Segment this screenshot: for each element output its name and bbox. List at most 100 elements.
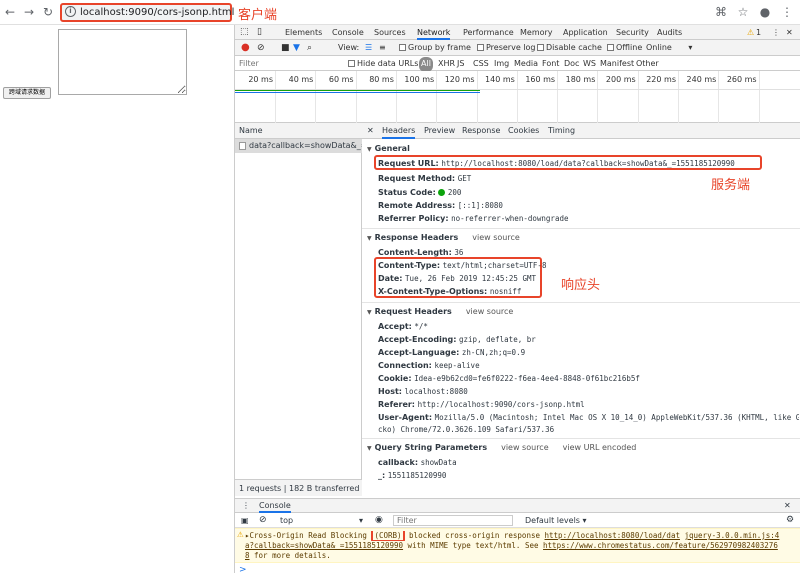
network-timeline-overview[interactable]: 20 ms 40 ms 60 ms 80 ms 100 ms 120 ms 140 ms 16… [235, 71, 800, 123]
referer-row: Referer: http://localhost:9090/cors-json… [378, 400, 585, 409]
inspect-icon[interactable]: ⬚ [240, 25, 249, 40]
filter-type-css[interactable]: CSS [473, 56, 489, 71]
name-column-header[interactable]: Name [235, 123, 362, 139]
large-rows-icon[interactable]: ☰ [365, 40, 372, 56]
search-icon[interactable]: ⌕ [307, 40, 312, 56]
request-link[interactable]: http://localhost:8080/load/dat [545, 531, 680, 540]
request-row[interactable]: data?callback=showData&_=... [235, 139, 362, 153]
timeline-gridline [395, 71, 397, 123]
tab-elements[interactable]: Elements [285, 25, 322, 40]
console-filter-input[interactable]: Filter [393, 515, 513, 526]
clear-console-icon[interactable]: ⊘ [259, 513, 267, 528]
tab-application[interactable]: Application [563, 25, 608, 40]
gear-icon[interactable]: ⚙ [786, 513, 794, 528]
view-label: View: [338, 43, 360, 52]
address-bar[interactable]: i localhost:9090/cors-jsonp.html [60, 3, 234, 22]
date-row: Date: Tue, 26 Feb 2019 12:45:25 GMT [378, 274, 536, 283]
filter-type-all[interactable]: All [419, 57, 433, 72]
close-icon[interactable]: ✕ [786, 25, 793, 40]
tab-memory[interactable]: Memory [520, 25, 553, 40]
context-select[interactable]: top [280, 513, 293, 528]
filter-type-other[interactable]: Other [636, 56, 659, 71]
offline-toggle[interactable]: Offline [607, 40, 642, 56]
tab-drawer-console[interactable]: Console [259, 499, 291, 513]
close-icon[interactable]: ✕ [784, 499, 791, 513]
info-icon[interactable]: i [65, 6, 76, 17]
tab-security[interactable]: Security [616, 25, 649, 40]
view-source-link[interactable]: view source [472, 233, 520, 242]
filter-type-manifest[interactable]: Manifest [600, 56, 634, 71]
sidebar-toggle-icon[interactable]: ▣ [241, 513, 249, 528]
tab-headers[interactable]: Headers [382, 123, 416, 139]
eye-icon[interactable]: ◉ [375, 513, 383, 528]
timeline-gridline [597, 71, 599, 123]
request-list: Name data?callback=showData&_=... 1 requ… [235, 123, 362, 496]
close-icon[interactable]: ✕ [367, 123, 374, 139]
waterfall-icon[interactable]: ≡ [379, 40, 386, 56]
annotation-server: 服务端 [711, 178, 751, 193]
tab-response[interactable]: Response [462, 123, 500, 139]
chromestatus-link[interactable]: https://www.chromestatus.com/feature/562… [543, 541, 778, 550]
hide-data-urls-toggle[interactable]: Hide data URLs [348, 56, 418, 71]
tab-preview[interactable]: Preview [424, 123, 455, 139]
section-query-string[interactable]: ▼ Query String Parameters view source view … [367, 443, 636, 452]
account-icon[interactable]: ● [758, 5, 772, 19]
more-icon[interactable]: ⋮ [772, 25, 780, 40]
tab-audits[interactable]: Audits [657, 25, 682, 40]
screenshot-icon[interactable]: ■ [281, 40, 290, 56]
query-param-underscore: _: 1551185120990 [378, 471, 447, 480]
filter-type-font[interactable]: Font [542, 56, 559, 71]
console-prompt[interactable]: > [239, 565, 247, 573]
tab-network[interactable]: Network [417, 25, 451, 40]
view-source-link[interactable]: view source [501, 443, 549, 452]
section-response-headers[interactable]: ▼ Response Headers view source [367, 233, 520, 242]
device-toggle-icon[interactable]: ▯ [257, 25, 262, 40]
reload-icon[interactable]: ↻ [41, 5, 55, 19]
warning-icon[interactable]: ⚠ [747, 25, 754, 40]
preserve-log-toggle[interactable]: Preserve log [477, 40, 536, 56]
log-levels-select[interactable]: Default levels ▾ [525, 513, 587, 528]
arrow-left-icon[interactable]: ← [3, 5, 17, 19]
section-request-headers[interactable]: ▼ Request Headers view source [367, 307, 513, 316]
group-by-frame-toggle[interactable]: Group by frame [399, 40, 471, 56]
translate-icon[interactable]: ⌘ [714, 5, 728, 19]
timeline-gridline [355, 71, 357, 123]
tab-cookies[interactable]: Cookies [508, 123, 539, 139]
clear-icon[interactable]: ⊘ [257, 40, 265, 56]
page-textarea[interactable] [58, 29, 187, 95]
source-link[interactable]: jquery-3.0.0.min.js:4 [685, 531, 780, 540]
console-message-line-1: ▸Cross-Origin Read Blocking (CORB) block… [245, 531, 780, 541]
filter-icon[interactable]: ▼ [293, 40, 300, 56]
filter-type-js[interactable]: JS [457, 56, 464, 71]
devtools-tabs: ⬚ ▯ Elements Console Sources Network Per… [235, 25, 800, 40]
filter-type-img[interactable]: Img [494, 56, 509, 71]
tab-performance[interactable]: Performance [463, 25, 514, 40]
view-source-link[interactable]: view source [466, 307, 514, 316]
filter-type-media[interactable]: Media [514, 56, 538, 71]
timeline-gridline [315, 71, 317, 123]
filter-type-xhr[interactable]: XHR [438, 56, 455, 71]
menu-icon[interactable]: ⋮ [780, 5, 794, 19]
chevron-down-icon: ▾ [359, 516, 364, 525]
divider [362, 302, 800, 303]
disable-cache-toggle[interactable]: Disable cache [537, 40, 602, 56]
console-toolbar: ▣ ⊘ top ▾ ◉ Filter Default levels ▾ ⚙ [235, 513, 800, 528]
star-icon[interactable]: ☆ [736, 5, 750, 19]
filter-type-ws[interactable]: WS [583, 56, 596, 71]
cross-domain-request-button[interactable]: 跨域请求数据 [3, 87, 51, 99]
request-link-cont[interactable]: a?callback=showData&_=1551185120990 [245, 541, 403, 550]
tab-timing[interactable]: Timing [548, 123, 575, 139]
record-icon[interactable]: ● [241, 40, 250, 56]
filter-type-doc[interactable]: Doc [564, 56, 579, 71]
tab-console[interactable]: Console [332, 25, 364, 40]
user-agent-row: User-Agent: Mozilla/5.0 (Macintosh; Inte… [378, 413, 799, 422]
timeline-gridline [557, 71, 559, 123]
filter-input[interactable]: Filter [239, 56, 259, 71]
divider [362, 228, 800, 229]
section-general[interactable]: ▼ General [367, 144, 410, 153]
arrow-right-icon[interactable]: → [22, 5, 36, 19]
view-url-encoded-link[interactable]: view URL encoded [563, 443, 637, 452]
throttle-select[interactable]: Online ▾ [646, 40, 692, 56]
tab-sources[interactable]: Sources [374, 25, 406, 40]
drawer-menu-icon[interactable]: ⋮ [242, 499, 250, 513]
